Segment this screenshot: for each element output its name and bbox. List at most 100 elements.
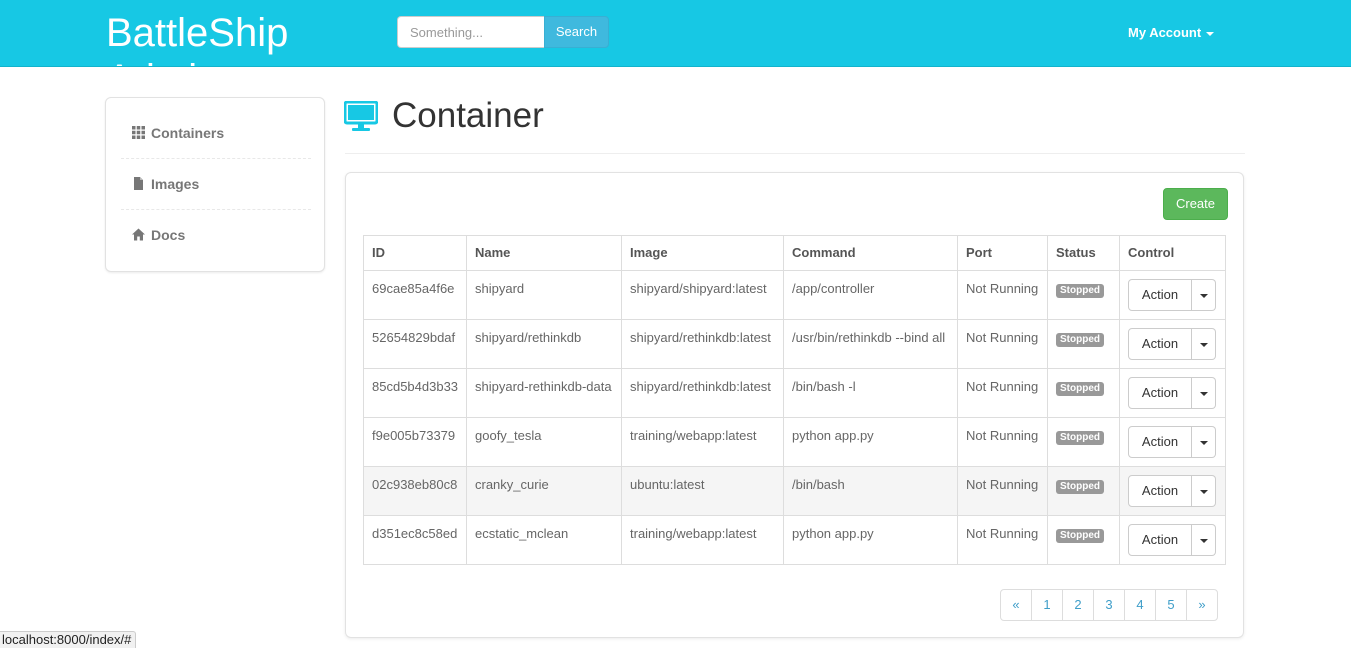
cell-port: Not Running bbox=[957, 515, 1048, 565]
sidebar-item-containers[interactable]: Containers bbox=[121, 108, 311, 159]
cell-name: ecstatic_mclean bbox=[466, 515, 622, 565]
action-button[interactable]: Action bbox=[1128, 328, 1192, 360]
table-row: d351ec8c58ed ecstatic_mclean training/we… bbox=[363, 515, 1226, 565]
action-button-group: Action bbox=[1128, 328, 1216, 360]
caret-down-icon bbox=[1200, 392, 1208, 396]
status-badge: Stopped bbox=[1056, 480, 1104, 494]
column-header-control: Control bbox=[1119, 235, 1226, 271]
action-button-group: Action bbox=[1128, 524, 1216, 556]
my-account-label: My Account bbox=[1128, 25, 1202, 40]
file-icon bbox=[134, 177, 143, 190]
status-badge: Stopped bbox=[1056, 284, 1104, 298]
caret-down-icon bbox=[1200, 539, 1208, 543]
status-badge: Stopped bbox=[1056, 382, 1104, 396]
cell-status: Stopped bbox=[1047, 466, 1120, 516]
browser-status-url: localhost:8000/index/# bbox=[0, 631, 137, 648]
action-button-group: Action bbox=[1128, 426, 1216, 458]
sidebar: Containers Images Docs bbox=[105, 97, 325, 272]
monitor-icon bbox=[344, 101, 378, 131]
cell-name: shipyard-rethinkdb-data bbox=[466, 368, 622, 418]
caret-down-icon bbox=[1200, 294, 1208, 298]
table-header-row: ID Name Image Command Port Status Contro… bbox=[363, 235, 1226, 271]
status-badge: Stopped bbox=[1056, 431, 1104, 445]
pagination-page-1[interactable]: 1 bbox=[1031, 589, 1063, 621]
action-button[interactable]: Action bbox=[1128, 279, 1192, 311]
caret-down-icon bbox=[1200, 490, 1208, 494]
cell-port: Not Running bbox=[957, 270, 1048, 320]
cell-name: shipyard/rethinkdb bbox=[466, 319, 622, 369]
cell-status: Stopped bbox=[1047, 270, 1120, 320]
table-row: 85cd5b4d3b33 shipyard-rethinkdb-data shi… bbox=[363, 368, 1226, 418]
action-button[interactable]: Action bbox=[1128, 377, 1192, 409]
column-header-status: Status bbox=[1047, 235, 1120, 271]
cell-control: Action bbox=[1119, 270, 1226, 320]
cell-status: Stopped bbox=[1047, 319, 1120, 369]
title-divider bbox=[345, 153, 1245, 154]
action-button[interactable]: Action bbox=[1128, 426, 1192, 458]
action-button[interactable]: Action bbox=[1128, 524, 1192, 556]
action-dropdown-toggle[interactable] bbox=[1192, 475, 1216, 507]
cell-id: d351ec8c58ed bbox=[363, 515, 467, 565]
action-button[interactable]: Action bbox=[1128, 475, 1192, 507]
cell-control: Action bbox=[1119, 515, 1226, 565]
action-button-group: Action bbox=[1128, 279, 1216, 311]
cell-image: training/webapp:latest bbox=[621, 417, 784, 467]
cell-port: Not Running bbox=[957, 466, 1048, 516]
brand-title-line2: Admin bbox=[106, 56, 366, 66]
action-dropdown-toggle[interactable] bbox=[1192, 426, 1216, 458]
table-row: 52654829bdaf shipyard/rethinkdb shipyard… bbox=[363, 319, 1226, 369]
cell-id: 52654829bdaf bbox=[363, 319, 467, 369]
pagination-page-3[interactable]: 3 bbox=[1093, 589, 1125, 621]
table-row: 02c938eb80c8 cranky_curie ubuntu:latest … bbox=[363, 466, 1226, 516]
cell-id: f9e005b73379 bbox=[363, 417, 467, 467]
pagination-next[interactable]: » bbox=[1186, 589, 1218, 621]
cell-status: Stopped bbox=[1047, 417, 1120, 467]
search-button[interactable]: Search bbox=[544, 16, 609, 48]
cell-id: 85cd5b4d3b33 bbox=[363, 368, 467, 418]
cell-command: /bin/bash bbox=[783, 466, 958, 516]
sidebar-item-docs[interactable]: Docs bbox=[121, 210, 311, 261]
sidebar-item-label: Images bbox=[151, 176, 200, 192]
cell-control: Action bbox=[1119, 466, 1226, 516]
column-header-port: Port bbox=[957, 235, 1048, 271]
table-row: 69cae85a4f6e shipyard shipyard/shipyard:… bbox=[363, 270, 1226, 320]
column-header-id: ID bbox=[363, 235, 467, 271]
action-button-group: Action bbox=[1128, 377, 1216, 409]
pagination-page-4[interactable]: 4 bbox=[1124, 589, 1156, 621]
cell-command: /usr/bin/rethinkdb --bind all bbox=[783, 319, 958, 369]
action-dropdown-toggle[interactable] bbox=[1192, 328, 1216, 360]
cell-name: cranky_curie bbox=[466, 466, 622, 516]
pagination-prev[interactable]: « bbox=[1000, 589, 1032, 621]
pagination-page-2[interactable]: 2 bbox=[1062, 589, 1094, 621]
containers-table: ID Name Image Command Port Status Contro… bbox=[363, 235, 1226, 565]
cell-id: 02c938eb80c8 bbox=[363, 466, 467, 516]
cell-command: /app/controller bbox=[783, 270, 958, 320]
cell-control: Action bbox=[1119, 319, 1226, 369]
cell-image: shipyard/rethinkdb:latest bbox=[621, 319, 784, 369]
caret-down-icon bbox=[1206, 31, 1215, 36]
page-title: Container bbox=[392, 96, 544, 135]
column-header-command: Command bbox=[783, 235, 958, 271]
sidebar-item-images[interactable]: Images bbox=[121, 159, 311, 210]
column-header-image: Image bbox=[621, 235, 784, 271]
cell-command: /bin/bash -l bbox=[783, 368, 958, 418]
search-input[interactable] bbox=[397, 16, 544, 48]
status-badge: Stopped bbox=[1056, 529, 1104, 543]
cell-port: Not Running bbox=[957, 417, 1048, 467]
caret-down-icon bbox=[1200, 343, 1208, 347]
action-dropdown-toggle[interactable] bbox=[1192, 524, 1216, 556]
action-dropdown-toggle[interactable] bbox=[1192, 279, 1216, 311]
pagination-page-5[interactable]: 5 bbox=[1155, 589, 1187, 621]
create-button[interactable]: Create bbox=[1163, 188, 1228, 220]
cell-command: python app.py bbox=[783, 417, 958, 467]
brand-logo[interactable]: BattleShip Admin bbox=[106, 10, 366, 66]
action-dropdown-toggle[interactable] bbox=[1192, 377, 1216, 409]
table-row: f9e005b73379 goofy_tesla training/webapp… bbox=[363, 417, 1226, 467]
cell-status: Stopped bbox=[1047, 515, 1120, 565]
cell-id: 69cae85a4f6e bbox=[363, 270, 467, 320]
cell-image: training/webapp:latest bbox=[621, 515, 784, 565]
top-navbar: BattleShip Admin Search My Account bbox=[0, 0, 1351, 67]
sidebar-item-label: Docs bbox=[151, 227, 186, 243]
cell-image: ubuntu:latest bbox=[621, 466, 784, 516]
my-account-dropdown[interactable]: My Account bbox=[1128, 24, 1215, 42]
